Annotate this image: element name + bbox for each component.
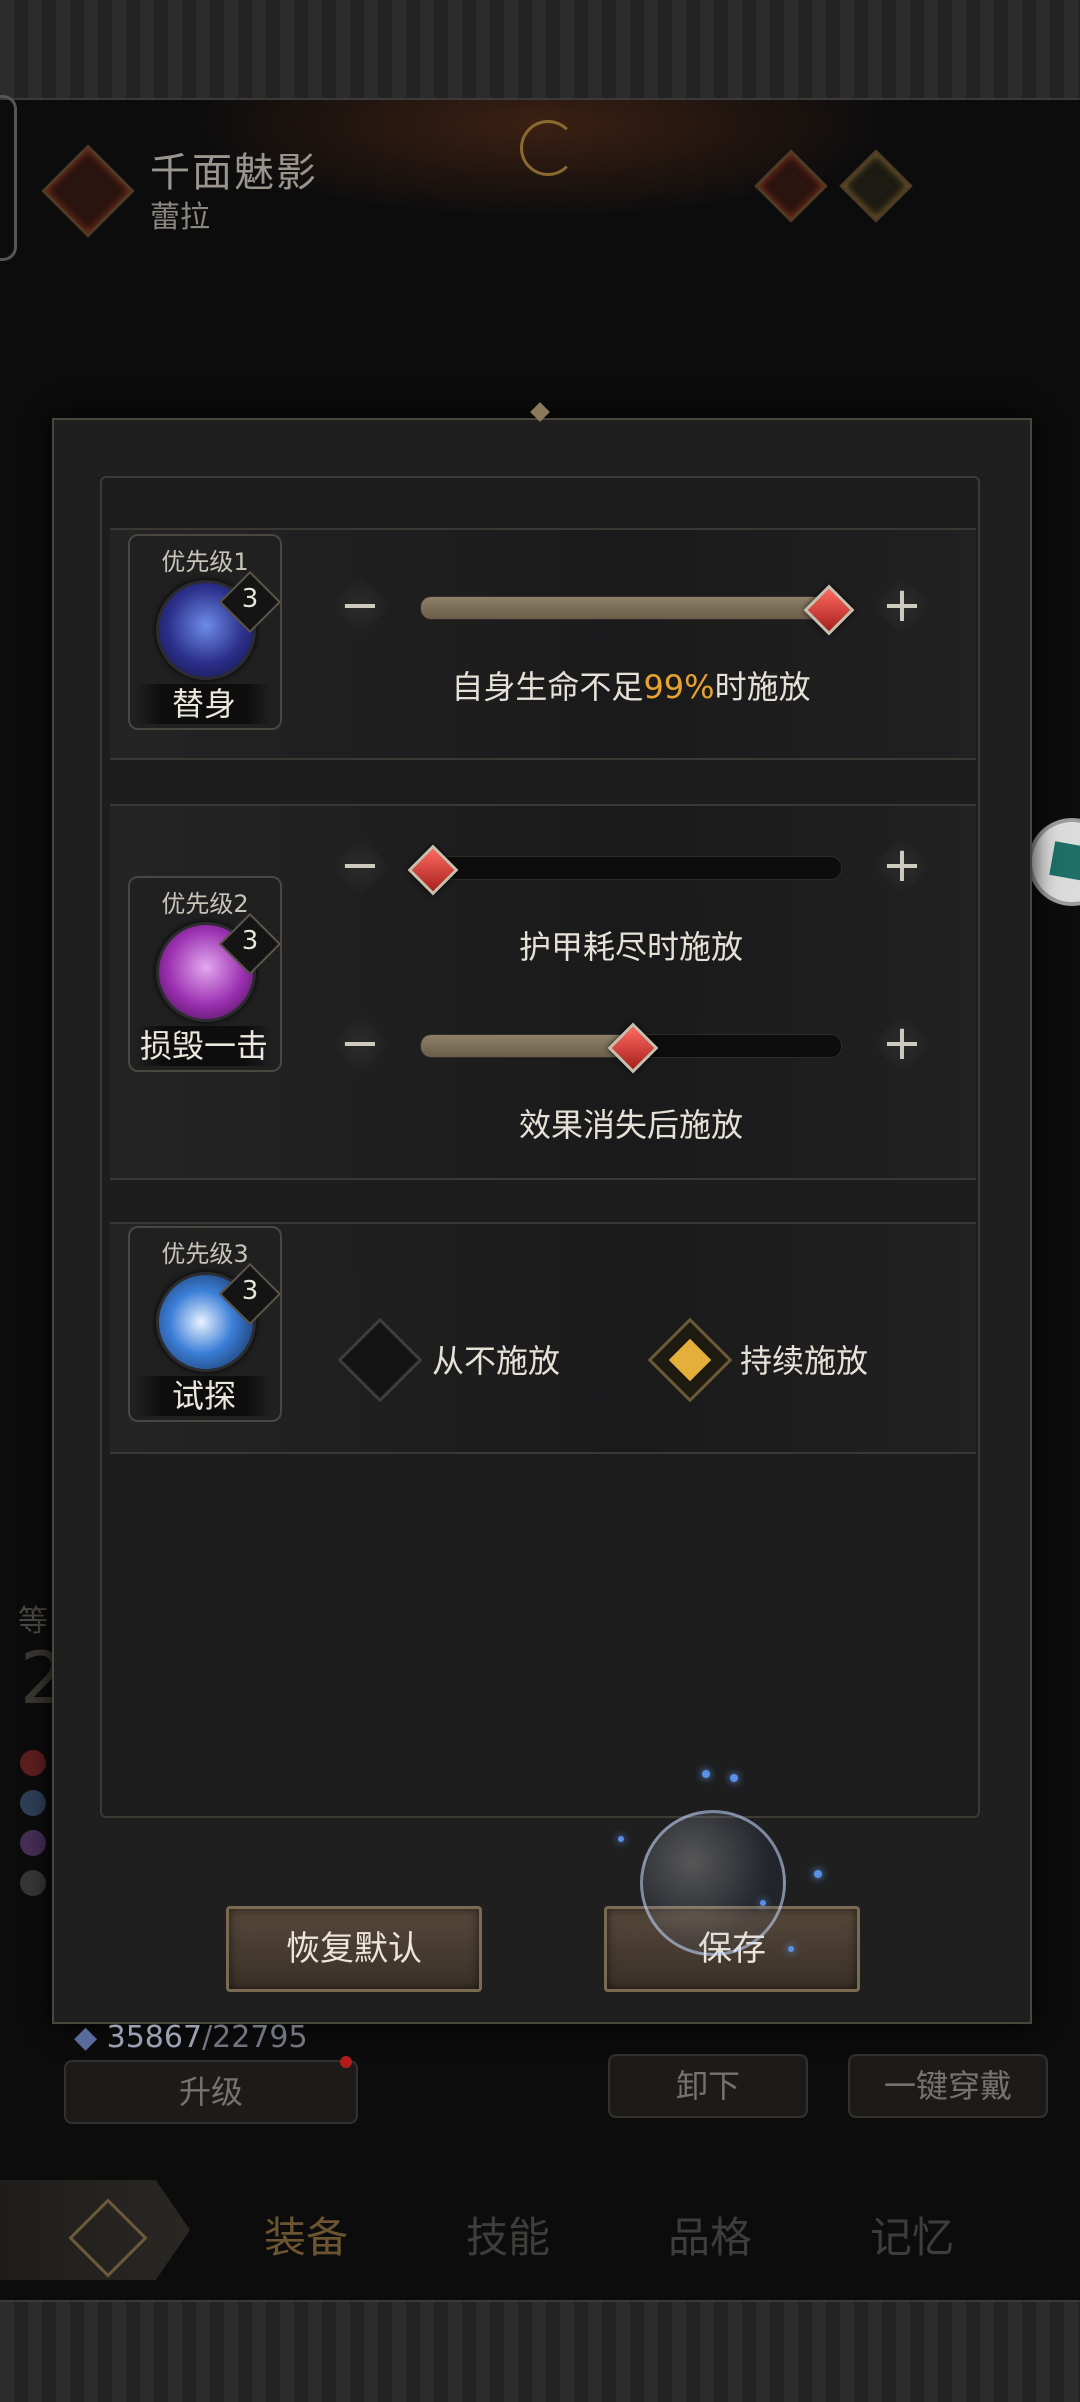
condition-value: 99% — [643, 668, 715, 706]
stat-attack-icon — [20, 1750, 46, 1776]
skill-card-2[interactable]: 优先级2 3 损毁一击 — [128, 876, 282, 1072]
skill-name: 替身 — [136, 684, 272, 724]
threshold-slider-1[interactable] — [420, 596, 842, 620]
resource-counter: ◆ 35867/22795 — [74, 2020, 308, 2055]
resource-max: /22795 — [202, 2020, 308, 2055]
cube-icon — [1049, 841, 1080, 881]
stat-crit-icon — [20, 1870, 46, 1896]
upgrade-button[interactable]: 升级 — [64, 2060, 358, 2124]
cast-condition-text: 护甲耗尽时施放 — [518, 928, 743, 966]
priority-label: 优先级3 — [161, 1240, 249, 1268]
sparkle — [788, 1946, 794, 1952]
priority-label: 优先级2 — [161, 890, 249, 918]
character-title: 千面魅影 — [150, 150, 318, 196]
skill-level: 3 — [241, 584, 259, 614]
tab-memories[interactable]: 记忆 — [870, 2204, 954, 2265]
cast-condition-text: 自身生命不足99%时施放 — [330, 662, 932, 708]
touch-ripple — [640, 1810, 786, 1956]
side-cube-button[interactable] — [1028, 818, 1080, 906]
skill-level: 3 — [241, 926, 259, 956]
reset-default-button[interactable]: 恢复默认 — [226, 1906, 482, 1992]
priority-label: 优先级1 — [161, 548, 249, 576]
sparkle — [702, 1770, 710, 1778]
condition-suffix: 时施放 — [714, 668, 811, 706]
top-ornament-bar — [0, 0, 1080, 100]
left-edge-tab — [0, 95, 17, 261]
slider-fill — [421, 597, 837, 619]
cast-condition-text: 效果消失后施放 — [518, 1106, 743, 1144]
level-prefix-label: 等 — [18, 1604, 48, 1639]
sparkle — [814, 1870, 822, 1878]
never-cast-label[interactable]: 从不施放 — [432, 1336, 560, 1382]
class-emblem-icon — [41, 144, 135, 238]
equip-all-button[interactable]: 一键穿戴 — [848, 2054, 1048, 2118]
stat-defense-icon — [20, 1790, 46, 1816]
character-name: 蕾拉 — [150, 200, 210, 235]
sparkle — [760, 1900, 766, 1906]
notification-dot — [340, 2056, 352, 2068]
skill-card-3[interactable]: 优先级3 3 试探 — [128, 1226, 282, 1422]
bottom-ornament-bar — [0, 2300, 1080, 2402]
tab-character[interactable]: 品格 — [668, 2204, 752, 2265]
skill-name: 损毁一击 — [136, 1026, 272, 1066]
tab-skills[interactable]: 技能 — [466, 2204, 550, 2265]
sparkle — [618, 1836, 624, 1842]
condition-prefix: 自身生命不足 — [451, 668, 644, 706]
always-cast-label[interactable]: 持续施放 — [740, 1336, 868, 1382]
skill-card-1[interactable]: 优先级1 3 替身 — [128, 534, 282, 730]
unequip-button[interactable]: 卸下 — [608, 2054, 808, 2118]
skill-level: 3 — [241, 1276, 259, 1306]
resource-icon: ◆ — [74, 2020, 98, 2055]
stat-magic-icon — [20, 1830, 46, 1856]
slider-fill — [421, 1035, 631, 1057]
resource-current: 35867 — [106, 2020, 203, 2055]
tab-equipment[interactable]: 装备 — [264, 2204, 348, 2265]
skill-name: 试探 — [136, 1376, 272, 1416]
crescent-moon-icon — [520, 120, 576, 176]
threshold-slider-2a[interactable] — [420, 856, 842, 880]
sparkle — [730, 1774, 738, 1782]
checkmark-icon — [668, 1338, 712, 1382]
